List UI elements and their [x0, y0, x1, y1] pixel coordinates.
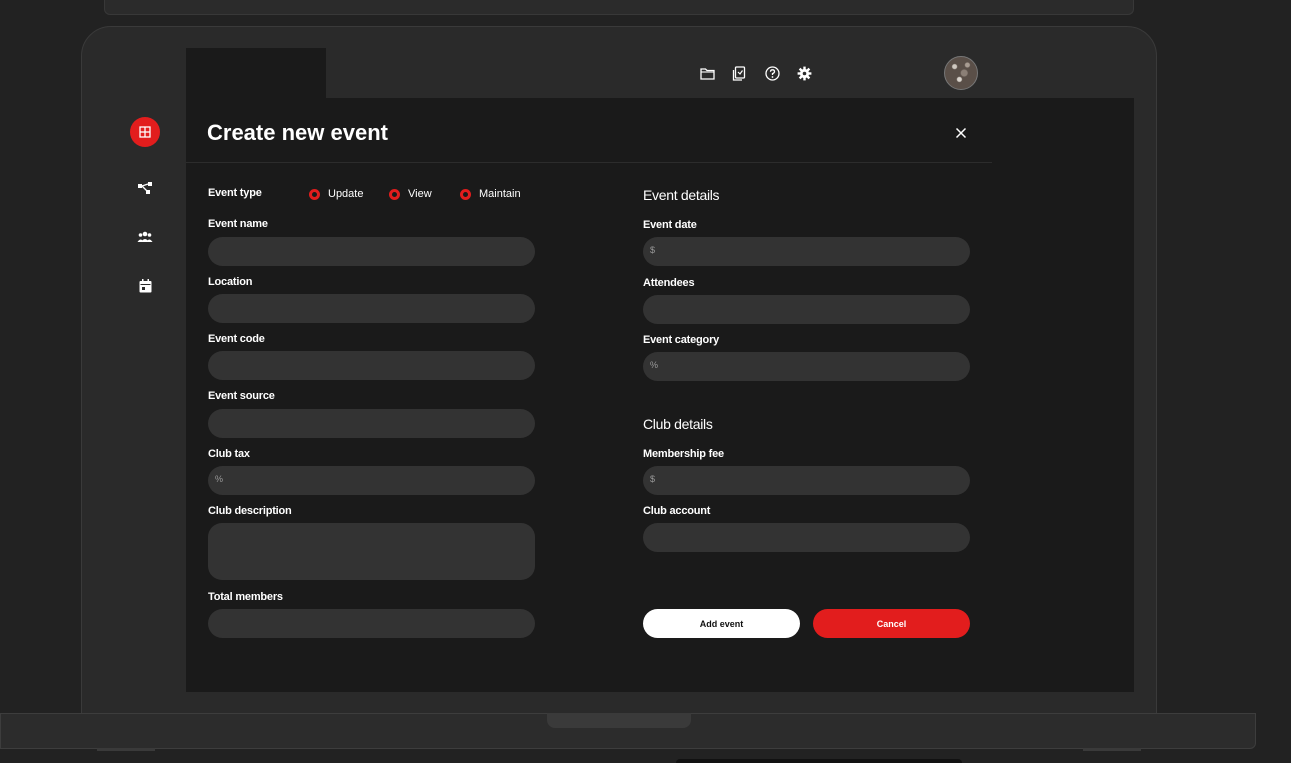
radio-maintain[interactable]: Maintain [460, 188, 521, 200]
radio-button [309, 188, 320, 200]
users-icon [137, 231, 153, 242]
gear-icon [797, 66, 811, 80]
dollar-prefix: $ [650, 474, 656, 484]
club-tax-label: Club tax [208, 448, 250, 460]
event-type-label: Event type [208, 187, 262, 199]
help-icon [764, 65, 780, 81]
total-members-field[interactable] [208, 609, 535, 638]
membership-fee-field[interactable]: $ [643, 466, 970, 495]
topbar [326, 48, 1134, 98]
event-details-heading: Event details [643, 187, 720, 203]
sidebar-item-users[interactable] [130, 222, 160, 252]
bottom-bar [676, 759, 962, 763]
percent-prefix: % [650, 360, 659, 370]
topbar-dark-tab [186, 48, 326, 98]
event-date-field[interactable]: $ [643, 237, 970, 266]
clipboard-button[interactable] [731, 65, 747, 81]
attendees-label: Attendees [643, 277, 695, 289]
total-members-label: Total members [208, 591, 283, 603]
modal-divider [186, 162, 992, 163]
club-description-field[interactable] [208, 523, 535, 580]
radio-view[interactable]: View [389, 188, 432, 200]
radio-button [389, 188, 400, 200]
app-screen: Create new event Event type Update View … [104, 48, 1134, 692]
radio-label: Update [328, 188, 364, 200]
close-icon[interactable] [954, 126, 968, 140]
location-field[interactable] [208, 294, 535, 323]
sidebar [104, 48, 186, 692]
flow-icon [138, 182, 152, 194]
location-label: Location [208, 276, 253, 288]
dashboard-icon [139, 126, 151, 138]
event-name-label: Event name [208, 218, 268, 230]
avatar[interactable] [944, 56, 978, 90]
laptop-notch [547, 713, 691, 728]
club-tax-field[interactable]: % [208, 466, 535, 495]
laptop-foot-left [97, 748, 155, 751]
percent-prefix: % [215, 474, 224, 484]
event-category-field[interactable]: % [643, 352, 970, 381]
event-date-label: Event date [643, 219, 697, 231]
event-category-label: Event category [643, 334, 720, 346]
sidebar-item-dashboard[interactable] [130, 117, 160, 147]
radio-button [460, 188, 471, 200]
folder-icon [699, 67, 715, 80]
folder-button[interactable] [699, 65, 715, 81]
event-source-field[interactable] [208, 409, 535, 438]
radio-update[interactable]: Update [309, 188, 363, 200]
event-code-label: Event code [208, 333, 265, 345]
clipboard-icon [732, 65, 746, 81]
event-source-label: Event source [208, 390, 275, 402]
sidebar-item-calendar[interactable] [130, 271, 160, 301]
calendar-icon [139, 279, 151, 293]
club-account-field[interactable] [643, 523, 970, 552]
radio-label: View [408, 188, 432, 200]
attendees-field[interactable] [643, 295, 970, 324]
modal-title: Create new event [207, 120, 388, 145]
help-button[interactable] [764, 65, 780, 81]
top-frame-strip [104, 0, 1134, 15]
radio-label: Maintain [479, 188, 521, 200]
membership-fee-label: Membership fee [643, 448, 724, 460]
event-code-field[interactable] [208, 351, 535, 380]
sidebar-item-flow[interactable] [130, 173, 160, 203]
laptop-foot-right [1083, 748, 1141, 751]
add-event-button[interactable]: Add event [643, 609, 800, 638]
dollar-prefix: $ [650, 245, 656, 255]
cancel-button[interactable]: Cancel [813, 609, 970, 638]
club-details-heading: Club details [643, 416, 713, 432]
club-account-label: Club account [643, 505, 711, 517]
event-name-field[interactable] [208, 237, 535, 266]
settings-button[interactable] [796, 65, 812, 81]
club-description-label: Club description [208, 505, 292, 517]
